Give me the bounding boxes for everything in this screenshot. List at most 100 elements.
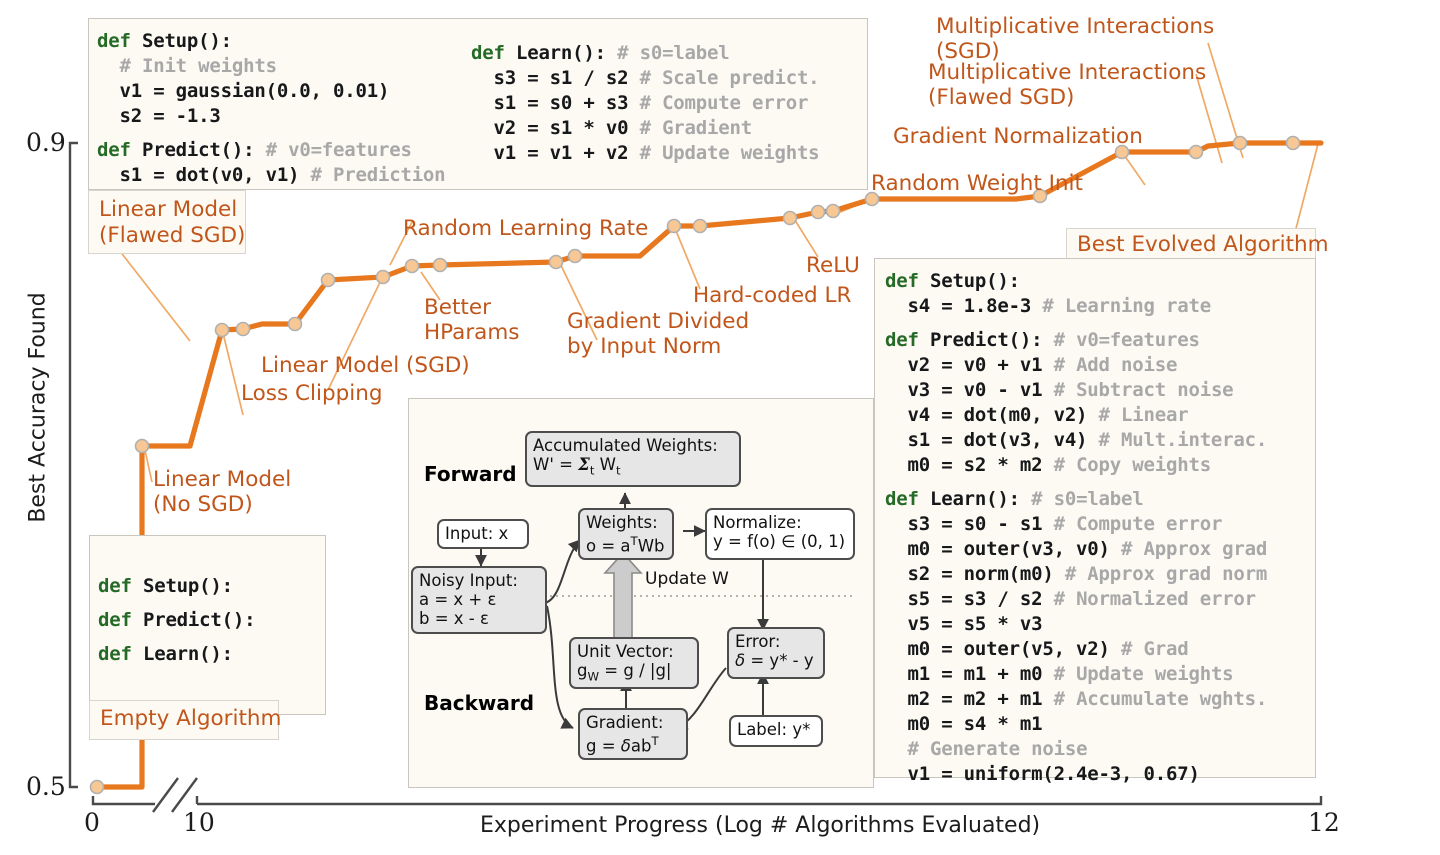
code-line: def Predict(): # v0=features <box>97 139 412 161</box>
code-line: s3 = s1 / s2 # Scale predict. <box>471 67 820 89</box>
code-line: m2 = m2 + m1 # Accumulate wghts. <box>885 688 1268 710</box>
data-point-marker <box>1232 135 1248 151</box>
data-point-marker <box>782 210 798 226</box>
input-title: Input: x <box>445 524 509 543</box>
code-line: s1 = dot(v3, v4) # Mult.interac. <box>885 429 1268 451</box>
accumulated-weights-formula: W' = Σt Wt <box>533 455 621 478</box>
diagram-box-accumulated-weights: Accumulated Weights: W' = Σt Wt <box>525 431 741 487</box>
gradient-title: Gradient: <box>586 713 664 732</box>
axis-break-slash-1 <box>152 777 179 813</box>
data-point-marker <box>375 269 391 285</box>
code-line: def Predict(): <box>98 609 256 631</box>
unit-vector-title: Unit Vector: <box>577 642 674 661</box>
code-line: # Init weights <box>119 55 277 77</box>
data-point-marker <box>320 272 336 288</box>
label-box-title: Label: y* <box>737 720 811 739</box>
error-title: Error: <box>735 632 781 651</box>
diagram-box-error: Error: δ = y* - y <box>727 627 825 679</box>
annotation-random-learning-rate: Random Learning Rate <box>403 216 649 241</box>
data-point-marker <box>134 438 150 454</box>
data-point-marker <box>287 316 303 332</box>
annotation-relu: ReLU <box>806 253 860 278</box>
diagram-box-normalize: Normalize: y = f(o) ∈ (0, 1) <box>705 508 855 560</box>
annotation-linear-model-flawed-sgd: Linear Model (Flawed SGD) <box>88 190 246 254</box>
unit-vector-formula: gW = g / |g| <box>577 661 672 684</box>
code-line: v3 = v0 - v1 # Subtract noise <box>885 379 1234 401</box>
annotation-hard-coded-lr: Hard-coded LR <box>693 283 852 308</box>
annotation-loss-clipping: Loss Clipping <box>241 381 383 406</box>
code-line: def Learn(): # s0=label <box>885 488 1144 510</box>
code-line: v1 = gaussian(0.0, 0.01) <box>97 80 390 102</box>
x-tick-label-0: 0 <box>84 808 100 837</box>
data-point-marker <box>692 218 708 234</box>
code-line: s3 = s0 - s1 # Compute error <box>885 513 1223 535</box>
diagram-update-w-label: Update W <box>645 569 729 589</box>
diagram-box-input: Input: x <box>437 519 529 549</box>
x-tick-label-12: 12 <box>1308 808 1340 837</box>
code-line: m0 = s4 * m1 <box>885 713 1043 735</box>
data-point-marker <box>666 218 682 234</box>
linear-model-code-left: def Setup(): # Init weights v1 = gaussia… <box>97 29 446 188</box>
data-point-marker <box>432 257 448 273</box>
code-line: v2 = v0 + v1 # Add noise <box>885 354 1178 376</box>
data-point-marker <box>404 258 420 274</box>
code-line: v2 = s1 * v0 # Gradient <box>471 117 752 139</box>
gradient-formula: g = δabT <box>586 734 659 756</box>
best-evolved-algorithm-code: def Setup(): s4 = 1.8e-3 # Learning rate… <box>885 269 1267 787</box>
code-line: s5 = s3 / s2 # Normalized error <box>885 588 1256 610</box>
diagram-box-weights: Weights: o = aTWb <box>578 508 674 560</box>
annotation-gradient-divided-by-input-norm: Gradient Divided by Input Norm <box>567 309 750 359</box>
code-line: s1 = dot(v0, v1) # Prediction <box>97 164 446 186</box>
diagram-backward-label: Backward <box>424 691 535 715</box>
code-line: v5 = s5 * v3 <box>885 613 1043 635</box>
annotation-linear-model-no-sgd: Linear Model (No SGD) <box>153 467 292 517</box>
code-line: v1 = v1 + v2 # Update weights <box>471 142 820 164</box>
data-point-marker <box>89 779 105 795</box>
data-point-marker <box>214 322 230 338</box>
annotation-random-weight-init: Random Weight Init <box>871 171 1083 196</box>
code-line: v1 = uniform(2.4e-3, 0.67) <box>885 763 1200 785</box>
diagram-box-noisy-input: Noisy Input: a = x + ε b = x - ε <box>411 566 547 634</box>
x-axis-title: Experiment Progress (Log # Algorithms Ev… <box>480 813 1041 838</box>
data-point-marker <box>825 203 841 219</box>
code-line: m1 = m1 + m0 # Update weights <box>885 663 1234 685</box>
accumulated-weights-title: Accumulated Weights: <box>533 436 718 455</box>
code-line: s4 = 1.8e-3 # Learning rate <box>885 295 1211 317</box>
code-line: def Setup(): <box>97 30 232 52</box>
y-tick-label-high: 0.9 <box>26 128 66 157</box>
code-line: def Setup(): <box>98 575 233 597</box>
code-line: def Learn(): # s0=label <box>471 42 730 64</box>
empty-algorithm-code-panel: def Setup(): def Predict(): def Learn(): <box>89 535 326 715</box>
normalize-title: Normalize: <box>713 513 802 532</box>
annotation-mult-interactions-sgd: Multiplicative Interactions (SGD) <box>936 14 1215 64</box>
y-axis-title: Best Accuracy Found <box>25 292 51 523</box>
y-axis <box>68 141 78 789</box>
noisy-input-title: Noisy Input: <box>419 571 518 590</box>
data-point-marker <box>548 254 564 270</box>
linear-model-code-panel: def Setup(): # Init weights v1 = gaussia… <box>88 18 868 190</box>
annotation-gradient-normalization: Gradient Normalization <box>893 124 1143 149</box>
empty-algorithm-label: Empty Algorithm <box>89 700 281 740</box>
code-line: def Predict(): # v0=features <box>885 329 1200 351</box>
data-point-marker <box>235 321 251 337</box>
annotation-linear-model-sgd: Linear Model (SGD) <box>261 353 470 378</box>
diagram-box-unit-vector: Unit Vector: gW = g / |g| <box>569 637 699 689</box>
code-line: def Setup(): <box>885 270 1020 292</box>
empty-algorithm-code: def Setup(): def Predict(): def Learn(): <box>98 574 256 667</box>
x-axis-left-segment <box>91 796 155 806</box>
data-point-marker <box>1188 144 1204 160</box>
code-line: s2 = -1.3 <box>97 105 221 127</box>
data-point-marker <box>1285 135 1301 151</box>
weights-formula: o = aTWb <box>586 534 665 556</box>
x-axis-right-segment <box>197 796 1323 806</box>
code-line: def Learn(): <box>98 643 233 665</box>
diagram-forward-label: Forward <box>424 462 517 486</box>
code-line: # Generate noise <box>907 738 1088 760</box>
y-tick-label-low: 0.5 <box>26 772 66 801</box>
noisy-input-line1: a = x + ε <box>419 590 497 609</box>
diagram-box-gradient: Gradient: g = δabT <box>578 708 688 760</box>
data-point-marker <box>810 204 826 220</box>
annotation-better-hparams: Better HParams <box>424 295 520 345</box>
normalize-formula: y = f(o) ∈ (0, 1) <box>713 532 846 551</box>
annotation-mult-interactions-flawed-sgd: Multiplicative Interactions (Flawed SGD) <box>928 60 1207 110</box>
